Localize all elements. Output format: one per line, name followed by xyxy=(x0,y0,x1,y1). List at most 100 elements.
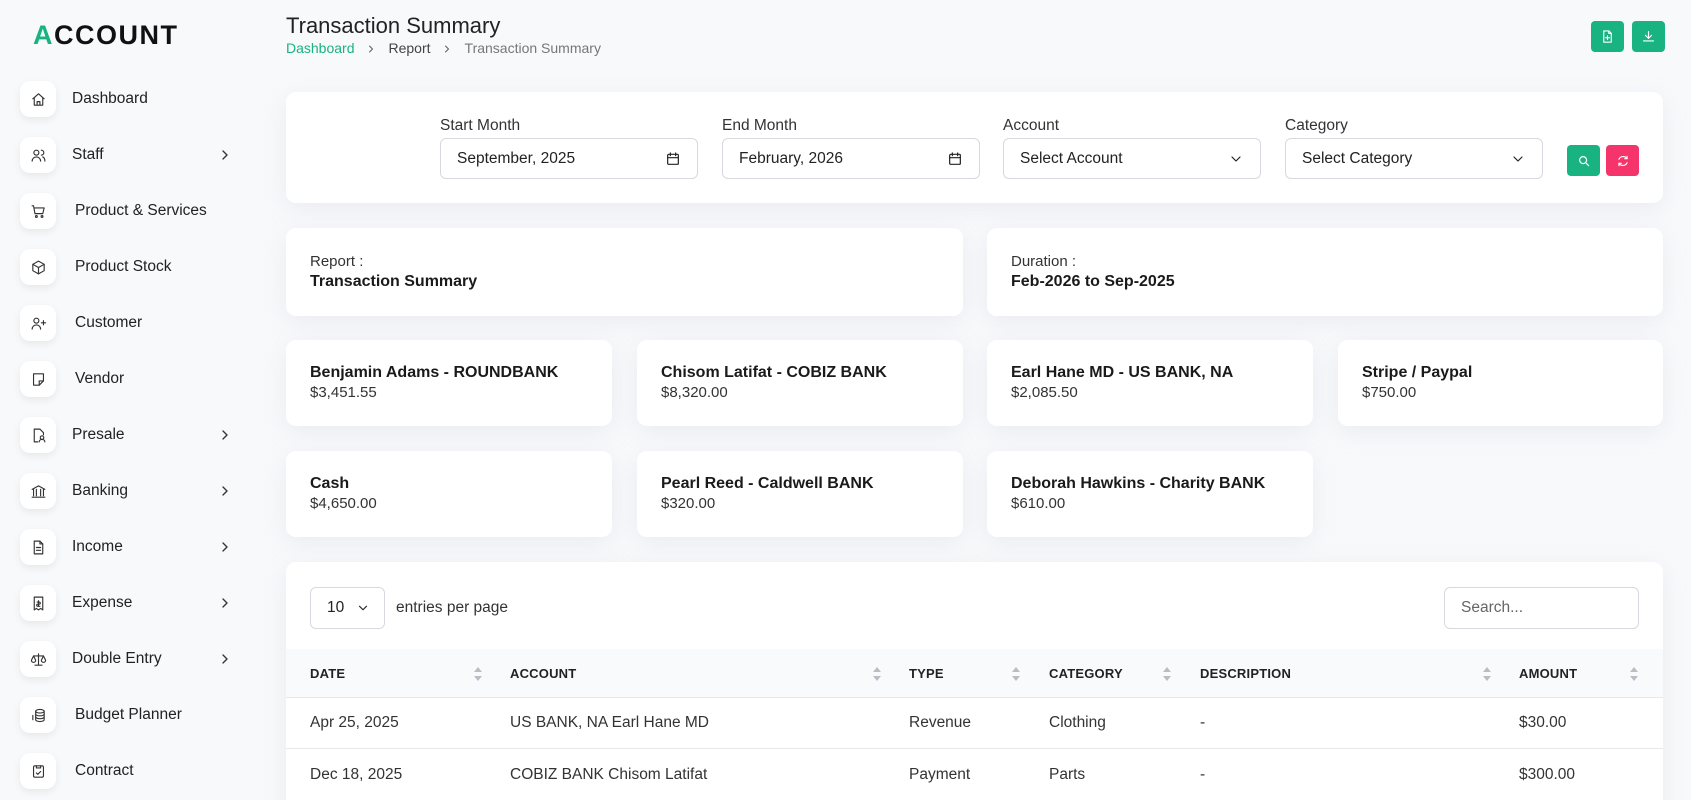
column-header-amount[interactable]: AMOUNT xyxy=(1519,666,1577,681)
app-logo[interactable]: ACCOUNT xyxy=(33,20,179,51)
bank-icon xyxy=(20,473,56,509)
home-icon xyxy=(20,81,56,117)
sidebar-item-contract[interactable]: Contract xyxy=(20,748,240,794)
account-card: Chisom Latifat - COBIZ BANK $8,320.00 xyxy=(637,340,963,426)
chevron-right-icon xyxy=(217,539,233,555)
sidebar-item-banking[interactable]: Banking xyxy=(20,468,240,514)
account-card-amount: $2,085.50 xyxy=(1011,384,1078,401)
account-card-amount: $8,320.00 xyxy=(661,384,728,401)
chevron-right-icon xyxy=(217,427,233,443)
sidebar-item-customer[interactable]: Customer xyxy=(20,300,240,346)
sort-icon[interactable] xyxy=(872,665,882,683)
export-button[interactable] xyxy=(1591,21,1624,52)
breadcrumb-dashboard-link[interactable]: Dashboard xyxy=(286,40,355,56)
account-card: Cash $4,650.00 xyxy=(286,451,612,537)
sidebar-item-presale[interactable]: Presale xyxy=(20,412,240,458)
sidebar-item-label: Product & Services xyxy=(75,202,207,219)
report-card: Report : Transaction Summary xyxy=(286,228,963,316)
sidebar-item-expense[interactable]: Expense xyxy=(20,580,240,626)
account-card-amount: $4,650.00 xyxy=(310,495,377,512)
sort-icon[interactable] xyxy=(1629,665,1639,683)
chevron-right-icon xyxy=(217,147,233,163)
column-header-account[interactable]: ACCOUNT xyxy=(510,666,576,681)
account-card-name: Stripe / Paypal xyxy=(1362,364,1473,381)
sidebar-item-vendor[interactable]: Vendor xyxy=(20,356,240,402)
start-month-label: Start Month xyxy=(440,117,521,134)
sidebar-item-staff[interactable]: Staff xyxy=(20,132,240,178)
account-card-name: Benjamin Adams - ROUNDBANK xyxy=(310,364,559,381)
sidebar-item-budget-planner[interactable]: Budget Planner xyxy=(20,692,240,738)
column-header-description[interactable]: DESCRIPTION xyxy=(1200,666,1291,681)
account-select-value: Select Account xyxy=(1020,149,1123,167)
coins-icon xyxy=(20,697,56,733)
sidebar-item-dashboard[interactable]: Dashboard xyxy=(20,76,240,122)
chevron-down-icon xyxy=(1228,151,1244,167)
page-title: Transaction Summary xyxy=(286,13,501,38)
end-month-input[interactable]: February, 2026 xyxy=(722,138,980,179)
account-card-name: Pearl Reed - Caldwell BANK xyxy=(661,475,874,492)
table-header: DATE ACCOUNT TYPE CATEGORY DESCRIPTION A… xyxy=(286,649,1663,698)
sort-icon[interactable] xyxy=(473,665,483,683)
sidebar-item-label: Customer xyxy=(75,314,143,331)
download-button[interactable] xyxy=(1632,21,1665,52)
cell-type: Payment xyxy=(909,766,971,783)
sort-icon[interactable] xyxy=(1482,665,1492,683)
sidebar-item-product-services[interactable]: Product & Services xyxy=(20,188,240,234)
sort-icon[interactable] xyxy=(1011,665,1021,683)
sidebar-item-label: Banking xyxy=(72,482,129,499)
column-header-type[interactable]: TYPE xyxy=(909,666,944,681)
cell-amount: $30.00 xyxy=(1519,714,1567,731)
account-card-amount: $320.00 xyxy=(661,495,716,512)
breadcrumb-current: Transaction Summary xyxy=(464,40,601,56)
sort-icon[interactable] xyxy=(1162,665,1172,683)
account-card: Pearl Reed - Caldwell BANK $320.00 xyxy=(637,451,963,537)
start-month-input[interactable]: September, 2025 xyxy=(440,138,698,179)
reset-filter-button[interactable] xyxy=(1606,145,1639,176)
column-header-date[interactable]: DATE xyxy=(310,666,345,681)
account-card-name: Earl Hane MD - US BANK, NA xyxy=(1011,364,1234,381)
chevron-right-icon xyxy=(217,483,233,499)
account-card-amount: $610.00 xyxy=(1011,495,1066,512)
duration-key: Duration : xyxy=(1011,253,1077,270)
sidebar-item-income[interactable]: Income xyxy=(20,524,240,570)
duration-card: Duration : Feb-2026 to Sep-2025 xyxy=(987,228,1663,316)
category-select-value: Select Category xyxy=(1302,149,1413,167)
cell-category: Parts xyxy=(1049,766,1086,783)
note-icon xyxy=(20,361,56,397)
cell-date: Apr 25, 2025 xyxy=(310,714,399,731)
breadcrumb: Dashboard Report Transaction Summary xyxy=(286,40,601,56)
sidebar-item-label: Product Stock xyxy=(75,258,172,275)
cell-description: - xyxy=(1200,766,1206,783)
report-key: Report : xyxy=(310,253,364,270)
cell-amount: $300.00 xyxy=(1519,766,1576,783)
scale-icon xyxy=(20,641,56,677)
sidebar-item-label: Contract xyxy=(75,762,134,779)
entries-per-page-label: entries per page xyxy=(396,599,509,616)
apply-filter-button[interactable] xyxy=(1567,145,1600,176)
account-card-name: Cash xyxy=(310,475,350,492)
chevron-right-icon xyxy=(217,595,233,611)
entries-per-page-select[interactable]: 10 xyxy=(310,587,385,629)
sidebar-item-label: Dashboard xyxy=(72,90,148,107)
account-card: Deborah Hawkins - Charity BANK $610.00 xyxy=(987,451,1313,537)
cell-date: Dec 18, 2025 xyxy=(310,766,403,783)
account-select[interactable]: Select Account xyxy=(1003,138,1261,179)
sidebar-item-label: Budget Planner xyxy=(75,706,182,723)
column-header-category[interactable]: CATEGORY xyxy=(1049,666,1123,681)
entries-per-page-value: 10 xyxy=(327,599,345,616)
sidebar-item-label: Presale xyxy=(72,426,125,443)
report-value: Transaction Summary xyxy=(310,273,478,290)
sidebar-item-double-entry[interactable]: Double Entry xyxy=(20,636,240,682)
table-row: Dec 18, 2025 COBIZ BANK Chisom Latifat P… xyxy=(286,750,1663,800)
calendar-icon xyxy=(947,151,963,167)
chevron-right-icon xyxy=(441,41,455,55)
account-card-amount: $3,451.55 xyxy=(310,384,377,401)
sidebar-item-label: Double Entry xyxy=(72,650,162,667)
sidebar-item-product-stock[interactable]: Product Stock xyxy=(20,244,240,290)
table-search-input[interactable] xyxy=(1444,587,1639,629)
account-card-amount: $750.00 xyxy=(1362,384,1417,401)
duration-value: Feb-2026 to Sep-2025 xyxy=(1011,273,1175,290)
category-select[interactable]: Select Category xyxy=(1285,138,1543,179)
refresh-icon xyxy=(1617,155,1628,166)
cell-type: Revenue xyxy=(909,714,972,731)
